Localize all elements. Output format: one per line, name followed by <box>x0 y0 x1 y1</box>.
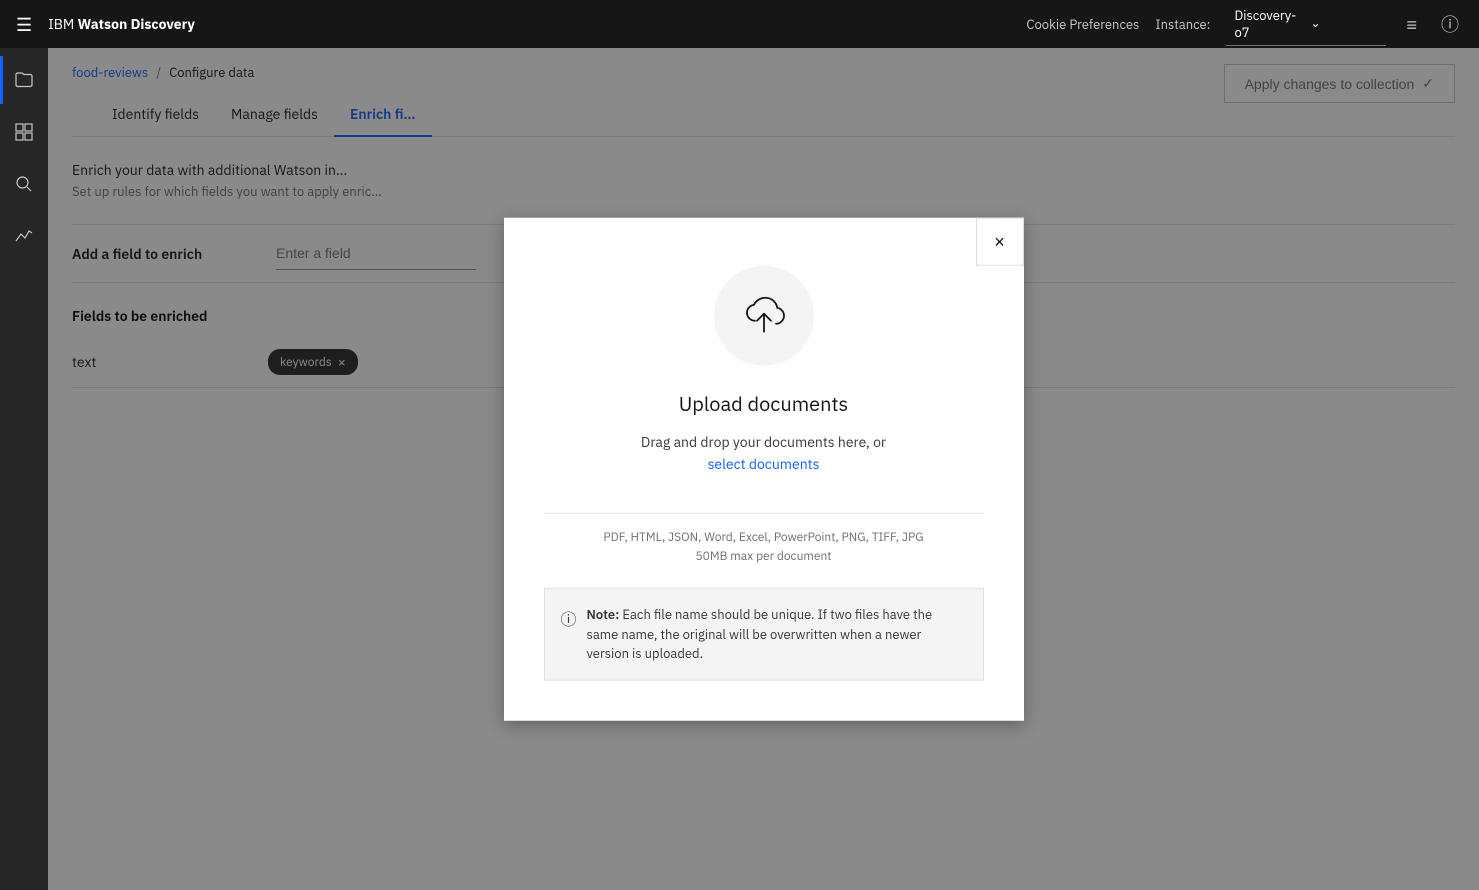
list-icon[interactable]: ≡ <box>1402 9 1421 40</box>
divider <box>544 513 984 514</box>
upload-icon-container <box>714 266 814 366</box>
search-icon <box>14 174 34 194</box>
sidebar-item-analytics[interactable] <box>0 212 48 260</box>
file-types-text: PDF, HTML, JSON, Word, Excel, PowerPoint… <box>603 530 923 545</box>
note-text: Note: Each file name should be unique. I… <box>587 605 967 664</box>
drag-drop-text: Drag and drop your documents here, or <box>641 433 886 451</box>
main-layout: food-reviews / Configure data Apply chan… <box>0 48 1479 890</box>
topnav: ☰ IBM Watson Discovery Cookie Preference… <box>0 0 1479 48</box>
upload-modal: × Upload documents Drag and drop your do… <box>504 218 1024 721</box>
instance-label: Instance: <box>1155 16 1210 33</box>
sidebar <box>0 48 48 890</box>
file-size-text: 50MB max per document <box>695 549 831 564</box>
note-icon: ⓘ <box>561 606 577 630</box>
modal-body: Upload documents Drag and drop your docu… <box>504 218 1024 721</box>
modal-close-button[interactable]: × <box>976 218 1024 266</box>
folder-icon <box>14 70 34 90</box>
upload-cloud-icon <box>738 290 790 342</box>
hamburger-button[interactable]: ☰ <box>16 13 32 36</box>
note-box: ⓘ Note: Each file name should be unique.… <box>544 588 984 681</box>
chart-icon <box>14 226 34 246</box>
select-documents-link[interactable]: select documents <box>708 455 820 473</box>
content-area: food-reviews / Configure data Apply chan… <box>48 48 1479 890</box>
grid-icon <box>14 122 34 142</box>
app-title: IBM Watson Discovery <box>48 15 1026 33</box>
topnav-right: Cookie Preferences Instance: Discovery-o… <box>1026 3 1463 46</box>
sidebar-item-folder[interactable] <box>0 56 48 104</box>
sidebar-item-search[interactable] <box>0 160 48 208</box>
info-icon[interactable]: ⓘ <box>1437 7 1463 41</box>
modal-title: Upload documents <box>679 390 849 417</box>
chevron-down-icon: ⌄ <box>1310 16 1378 31</box>
cookie-preferences-button[interactable]: Cookie Preferences <box>1026 16 1139 33</box>
instance-dropdown[interactable]: Discovery-o7 ⌄ <box>1226 3 1386 46</box>
sidebar-item-grid[interactable] <box>0 108 48 156</box>
